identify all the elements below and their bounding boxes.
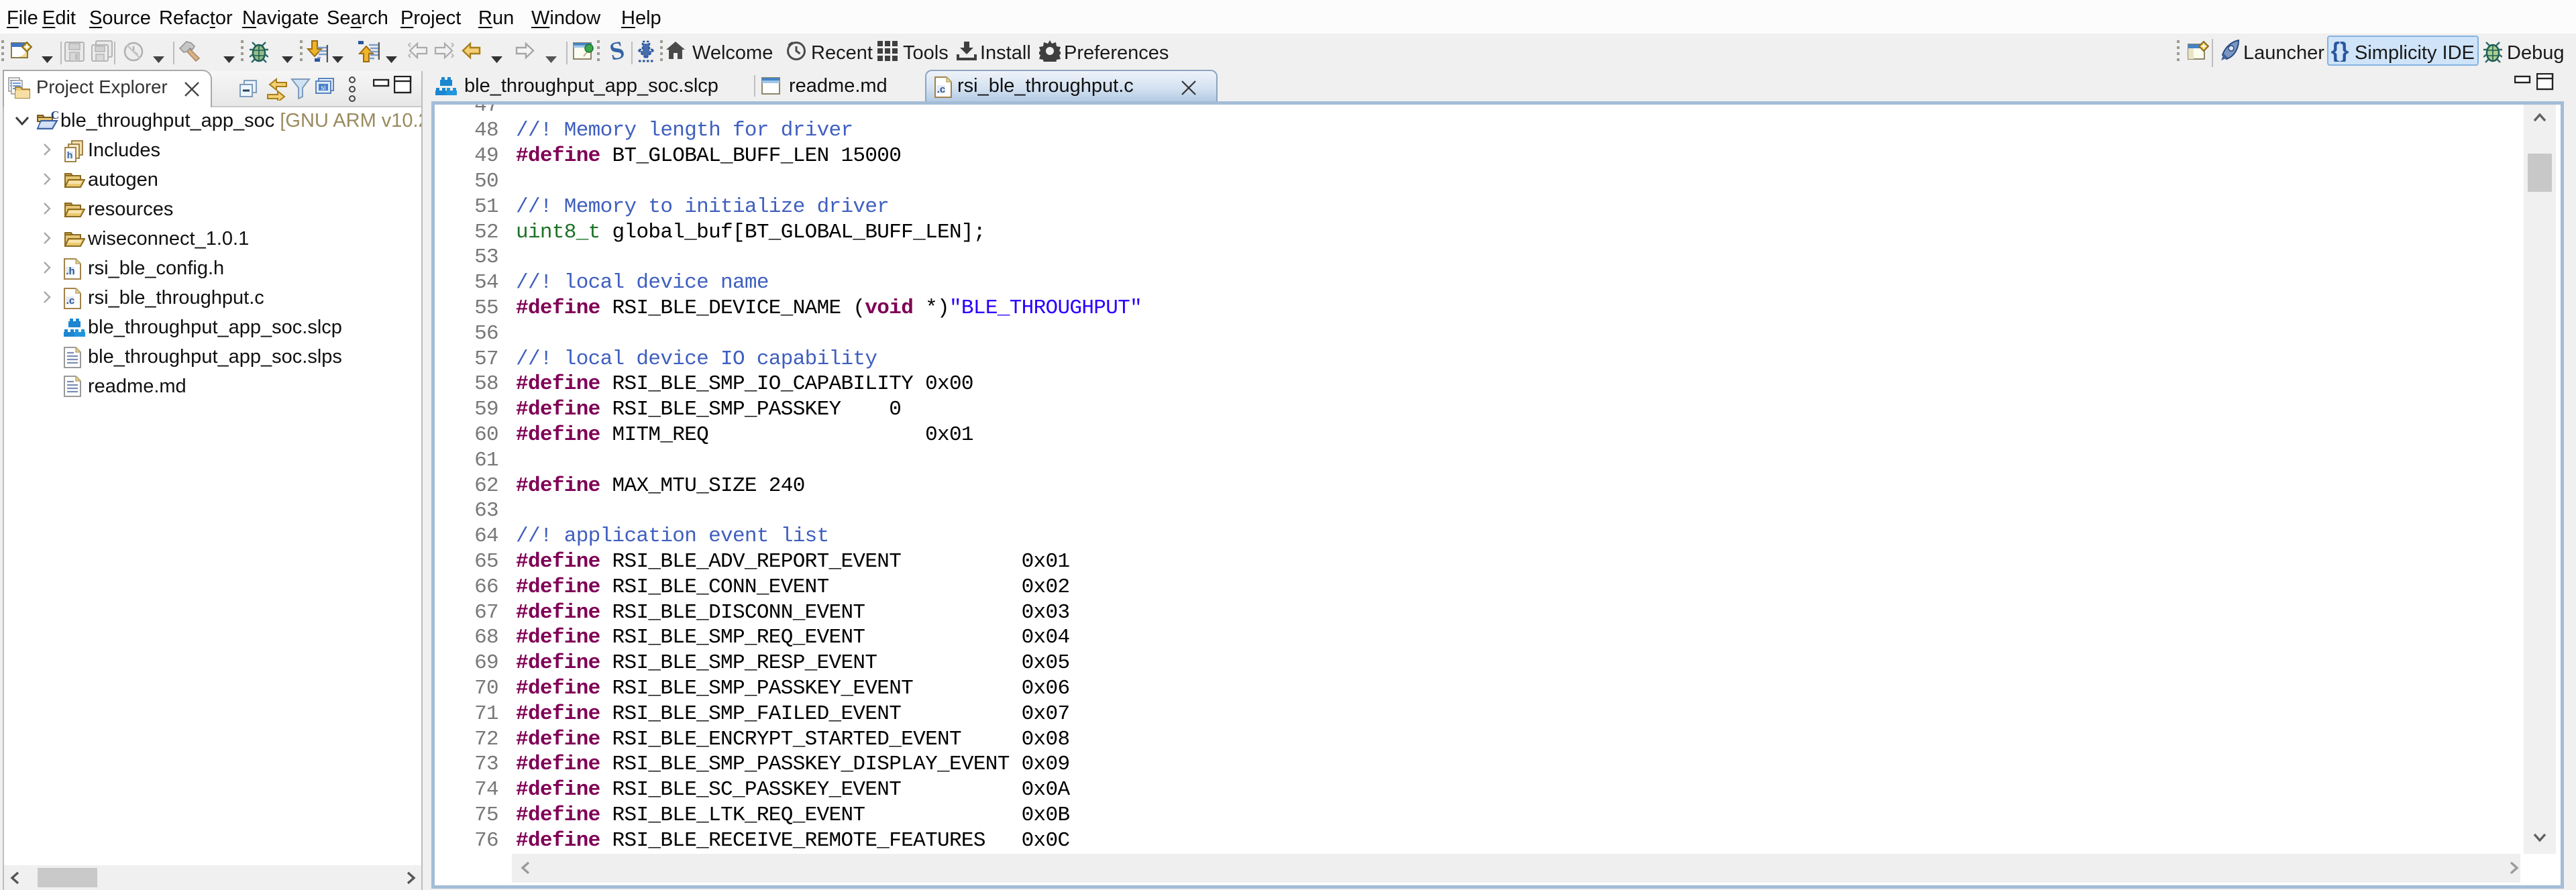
svg-text:C: C: [51, 111, 59, 121]
svg-text:.c: .c: [937, 84, 946, 95]
svg-text:si: si: [321, 85, 325, 92]
svg-text:{}: {}: [2331, 40, 2349, 62]
svg-text:.c: .c: [66, 295, 75, 307]
svg-text:.h: .h: [66, 266, 74, 277]
svg-text:S: S: [607, 39, 627, 64]
svg-text:h: h: [67, 150, 73, 160]
